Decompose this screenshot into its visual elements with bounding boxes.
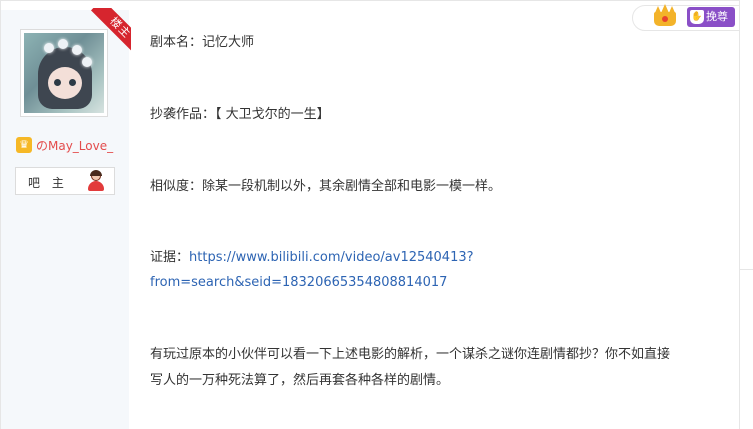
username-link[interactable]: のMay_Love_ [36,137,113,154]
avatar-flower [58,39,68,49]
post-line-evidence: 证据：https://www.bilibili.com/video/av1254… [150,245,730,271]
role-label: 吧 主 [28,176,68,190]
divider [740,269,753,270]
role-badge: 吧 主 [15,167,115,195]
evidence-label: 证据： [150,250,190,265]
post-line-evidence-cont: from=search&seid=18320665354808814017 [150,270,730,296]
op-badge-label: 楼主 [91,8,131,54]
avatar-eye-left [54,79,61,86]
post-line-similarity: 相似度：除某一段机制以外，其余剧情全部和电影一模一样。 [150,179,502,194]
post-line-plagiarized: 抄袭作品：【 大卫戈尔的一生】 [150,107,330,122]
moderator-icon [86,170,106,191]
evidence-link-cont[interactable]: from=search&seid=18320665354808814017 [150,275,447,290]
crown-level-icon: ♛ [16,137,32,153]
respect-button[interactable]: ✋ 挽尊 [687,7,735,27]
thumbs-up-icon: ✋ [690,10,704,24]
post-line-comment-1: 有玩过原本的小伙伴可以看一下上述电影的解析，一个谋杀之谜你连剧情都抄？你不如直接 [150,347,671,362]
avatar-eye-right [69,79,76,86]
avatar-flower [82,57,92,67]
op-badge: 楼主 [85,8,131,54]
post-line-title: 剧本名：记忆大师 [150,35,255,50]
evidence-link[interactable]: https://www.bilibili.com/video/av1254041… [189,250,474,265]
username-row: ♛ のMay_Love_ [16,137,113,153]
respect-label: 挽尊 [706,10,728,23]
crown-icon[interactable] [652,4,678,30]
post-line-comment-2: 写人的一万种死法算了，然后再套各种各样的剧情。 [150,373,450,388]
avatar-flower [44,43,54,53]
avatar-flower [72,45,82,55]
